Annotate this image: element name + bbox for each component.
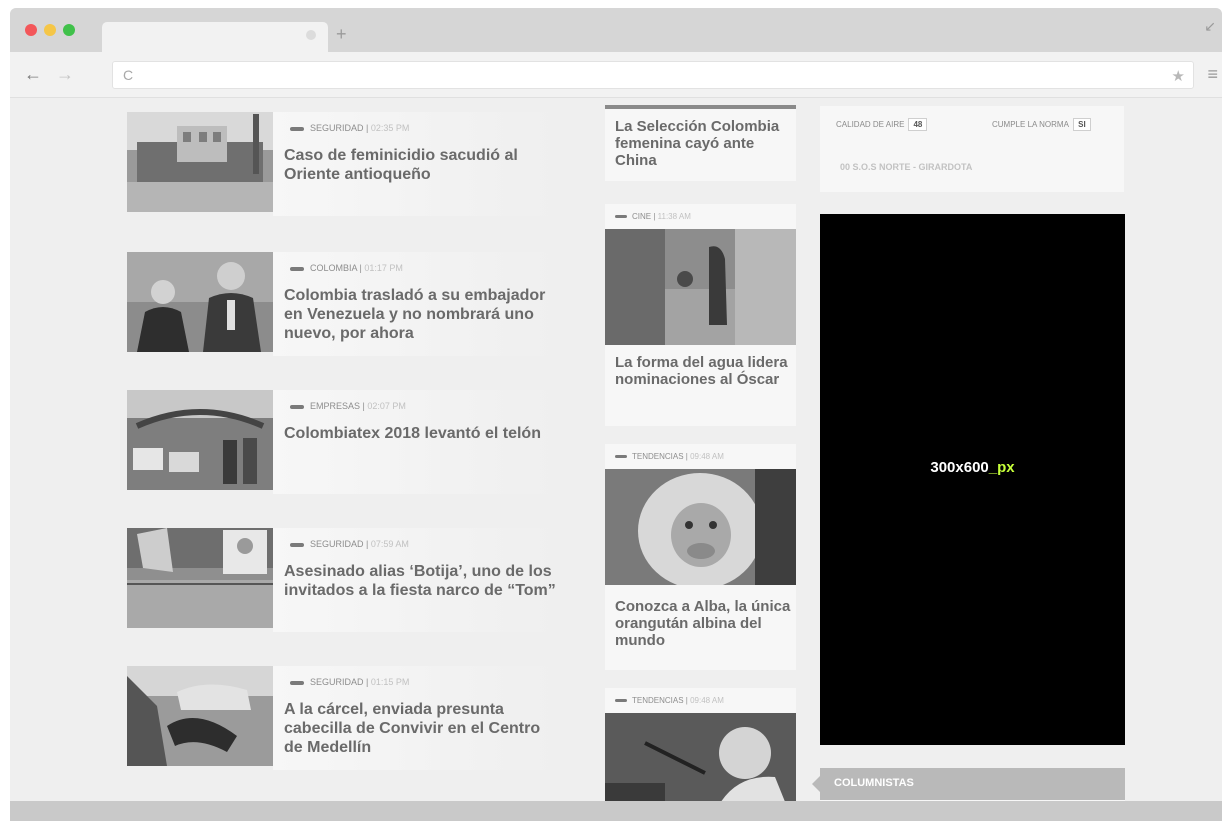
article-photo[interactable]: [605, 713, 796, 801]
category-marker-icon: [615, 455, 627, 459]
browser-window: + ↙ ← → C ★ ≡ SEGURIDAD | 02:35 PM Caso …: [10, 8, 1222, 821]
norm-label: CUMPLE LA NORMA SI: [992, 118, 1091, 131]
station-name[interactable]: 00 S.O.S NORTE - GIRARDOTA: [840, 162, 972, 172]
category-marker-icon: [290, 126, 304, 131]
category-marker-icon: [290, 542, 304, 547]
article-time: 02:07 PM: [367, 401, 406, 411]
columnists-label: COLUMNISTAS: [834, 777, 914, 789]
resize-icon[interactable]: ↙: [1204, 18, 1216, 35]
article-time: 01:17 PM: [364, 263, 403, 273]
article-meta: TENDENCIAS | 09:48 AM: [615, 452, 724, 461]
maximize-window-button[interactable]: [63, 24, 75, 36]
ad-size-label: 300x600_px: [820, 459, 1125, 476]
article-meta: SEGURIDAD | 01:15 PM: [290, 677, 409, 687]
air-quality-text: CALIDAD DE AIRE: [836, 120, 905, 129]
minimize-window-button[interactable]: [44, 24, 56, 36]
browser-menu-icon[interactable]: ≡: [1207, 64, 1218, 85]
page-viewport: SEGURIDAD | 02:35 PM Caso de feminicidio…: [10, 98, 1222, 801]
article-category[interactable]: SEGURIDAD: [310, 123, 364, 133]
station-label: S.O.S NORTE - GIRARDOTA: [852, 162, 973, 172]
article-time: 09:48 AM: [690, 452, 724, 461]
article-photo[interactable]: [605, 229, 796, 345]
bookmark-star-icon[interactable]: ★: [1172, 67, 1185, 85]
reload-icon[interactable]: C: [123, 67, 133, 83]
article-item[interactable]: EMPRESAS | 02:07 PM Colombiatex 2018 lev…: [127, 390, 557, 494]
browser-tab[interactable]: [102, 22, 328, 52]
article-item[interactable]: SEGURIDAD | 07:59 AM Asesinado alias ‘Bo…: [127, 528, 557, 632]
article-title[interactable]: Conozca a Alba, la única orangután albin…: [615, 598, 791, 649]
category-marker-icon: [290, 404, 304, 409]
norm-value: SI: [1072, 118, 1091, 131]
article-thumbnail[interactable]: [127, 528, 273, 628]
category-marker-icon: [290, 680, 304, 685]
article-meta: CINE | 11:38 AM: [615, 212, 691, 221]
ad-size-suffix: _px: [988, 459, 1015, 476]
article-meta: SEGURIDAD | 02:35 PM: [290, 123, 409, 133]
article-meta: COLOMBIA | 01:17 PM: [290, 263, 403, 273]
ad-size-text: 300x600: [930, 459, 989, 476]
tab-close-icon[interactable]: [306, 30, 316, 40]
article-meta: TENDENCIAS | 09:48 AM: [615, 696, 724, 705]
article-category[interactable]: CINE: [632, 212, 651, 221]
article-time: 11:38 AM: [657, 212, 691, 221]
browser-toolbar: ← → C ★ ≡: [10, 52, 1222, 98]
norm-text: CUMPLE LA NORMA: [992, 120, 1069, 129]
article-title[interactable]: Caso de feminicidio sacudió al Oriente a…: [284, 146, 559, 184]
article-thumbnail[interactable]: [127, 112, 273, 212]
article-photo[interactable]: [605, 469, 796, 585]
article-time: 01:15 PM: [370, 677, 410, 687]
article-category[interactable]: SEGURIDAD: [310, 539, 364, 549]
middle-article-card[interactable]: TENDENCIAS | 09:48 AM Conozca a Alba, la…: [605, 444, 796, 670]
air-quality-widget: CALIDAD DE AIRE 48 CUMPLE LA NORMA SI 00 S…: [820, 106, 1124, 192]
article-item[interactable]: SEGURIDAD | 02:35 PM Caso de feminicidio…: [127, 112, 557, 216]
article-item[interactable]: SEGURIDAD | 01:15 PM A la cárcel, enviad…: [127, 666, 557, 770]
middle-headline-title[interactable]: La Selección Colombia femenina cayó ante…: [615, 118, 791, 169]
article-category[interactable]: SEGURIDAD: [310, 677, 364, 687]
article-category[interactable]: EMPRESAS: [310, 401, 360, 411]
columnists-notch: [812, 776, 820, 792]
close-window-button[interactable]: [25, 24, 37, 36]
back-button[interactable]: ←: [24, 64, 42, 85]
category-marker-icon: [290, 266, 304, 271]
article-time: 02:35 PM: [370, 123, 410, 133]
middle-article-card[interactable]: TENDENCIAS | 09:48 AM: [605, 688, 796, 801]
article-thumbnail[interactable]: [127, 666, 273, 766]
article-thumbnail[interactable]: [127, 252, 273, 352]
article-category[interactable]: TENDENCIAS: [632, 696, 684, 705]
middle-article-card[interactable]: CINE | 11:38 AM La forma del agua lidera…: [605, 204, 796, 426]
article-time: 07:59 AM: [370, 539, 409, 549]
article-item[interactable]: COLOMBIA | 01:17 PM Colombia trasladó a …: [127, 252, 557, 356]
article-time: 09:48 AM: [690, 696, 724, 705]
advertisement-slot[interactable]: 300x600_px: [820, 214, 1125, 745]
title-bar: + ↙: [10, 8, 1222, 52]
middle-headline-card[interactable]: La Selección Colombia femenina cayó ante…: [605, 109, 796, 181]
article-title[interactable]: La forma del agua lidera nominaciones al…: [615, 354, 791, 388]
article-category[interactable]: TENDENCIAS: [632, 452, 684, 461]
article-title[interactable]: Colombia trasladó a su embajador en Vene…: [284, 286, 559, 343]
bottom-scroll-bar[interactable]: [10, 801, 1222, 821]
article-meta: SEGURIDAD | 07:59 AM: [290, 539, 409, 549]
new-tab-button[interactable]: +: [336, 24, 347, 45]
article-meta: EMPRESAS | 02:07 PM: [290, 401, 406, 411]
article-thumbnail[interactable]: [127, 390, 273, 490]
article-title[interactable]: Colombiatex 2018 levantó el telón: [284, 424, 559, 443]
station-code: 00: [840, 162, 851, 172]
air-quality-label: CALIDAD DE AIRE 48: [836, 118, 928, 131]
article-category[interactable]: COLOMBIA: [310, 263, 357, 273]
category-marker-icon: [615, 215, 627, 219]
air-quality-value: 48: [908, 118, 928, 131]
forward-button[interactable]: →: [56, 64, 74, 85]
columnists-header[interactable]: COLUMNISTAS: [812, 768, 1125, 800]
article-title[interactable]: A la cárcel, enviada presunta cabecilla …: [284, 700, 559, 757]
category-marker-icon: [615, 699, 627, 703]
article-title[interactable]: Asesinado alias ‘Botija’, uno de los inv…: [284, 562, 559, 600]
address-bar[interactable]: C ★: [112, 61, 1194, 89]
